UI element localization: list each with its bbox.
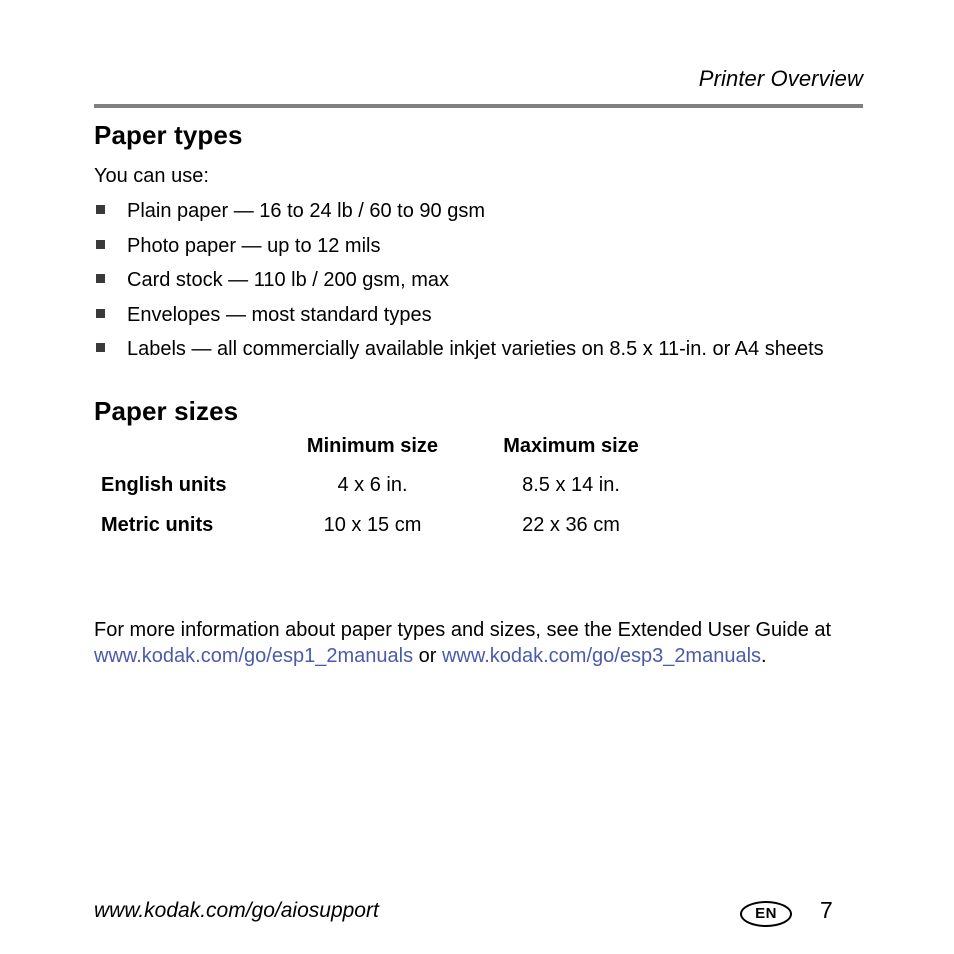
more-info-paragraph: For more information about paper types a… <box>94 617 884 669</box>
list-item: Plain paper — 16 to 24 lb / 60 to 90 gsm <box>94 199 874 234</box>
column-header-maximum-size: Maximum size <box>503 435 639 457</box>
row-label-english-units: English units <box>101 474 227 496</box>
document-page: Printer Overview Paper types You can use… <box>0 0 954 954</box>
cell-metric-minimum: 10 x 15 cm <box>323 514 422 536</box>
table-header-row: Minimum size Maximum size <box>94 435 671 474</box>
header-rule <box>94 104 863 108</box>
list-item: Card stock — 110 lb / 200 gsm, max <box>94 268 874 303</box>
list-item-label: Labels — all commercially available inkj… <box>127 338 824 360</box>
section-heading-paper-sizes: Paper sizes <box>94 396 239 426</box>
page-number: 7 <box>820 897 833 923</box>
list-item-label: Card stock — 110 lb / 200 gsm, max <box>127 269 449 291</box>
square-bullet-icon <box>96 343 105 352</box>
column-header-blank <box>94 435 274 474</box>
language-badge: EN <box>740 901 792 927</box>
list-item: Photo paper — up to 12 mils <box>94 234 874 269</box>
section-heading-paper-types: Paper types <box>94 120 243 150</box>
more-info-lead: For more information about paper types a… <box>94 619 832 641</box>
column-header-minimum-size: Minimum size <box>306 435 439 457</box>
row-label-metric-units: Metric units <box>101 514 214 536</box>
list-item: Envelopes — most standard types <box>94 303 874 338</box>
cell-metric-maximum: 22 x 36 cm <box>522 514 620 536</box>
paper-types-list: Plain paper — 16 to 24 lb / 60 to 90 gsm… <box>94 199 874 372</box>
square-bullet-icon <box>96 239 105 249</box>
square-bullet-icon <box>96 205 105 214</box>
list-item-label: Envelopes — most standard types <box>127 303 432 326</box>
cell-english-maximum: 8.5 x 14 in. <box>522 474 620 496</box>
cell-english-minimum: 4 x 6 in. <box>337 474 408 496</box>
paper-sizes-table: Minimum size Maximum size English units … <box>94 435 671 554</box>
list-item-label: Photo paper — up to 12 mils <box>127 234 381 257</box>
list-item: Labels — all commercially available inkj… <box>94 337 874 372</box>
more-info-trailing: . <box>761 645 767 667</box>
table-row: English units 4 x 6 in. 8.5 x 14 in. <box>94 474 671 514</box>
list-item-label: Plain paper — 16 to 24 lb / 60 to 90 gsm <box>127 200 485 222</box>
link-esp1-manuals[interactable]: www.kodak.com/go/esp1_2manuals <box>94 645 413 667</box>
running-head: Printer Overview <box>698 66 863 91</box>
link-esp3-manuals[interactable]: www.kodak.com/go/esp3_2manuals <box>442 645 761 667</box>
table-row: Metric units 10 x 15 cm 22 x 36 cm <box>94 514 671 554</box>
footer-support-url: www.kodak.com/go/aiosupport <box>94 899 379 922</box>
more-info-separator: or <box>413 645 442 667</box>
paper-types-intro: You can use: <box>94 165 209 187</box>
square-bullet-icon <box>96 274 105 283</box>
square-bullet-icon <box>96 308 105 318</box>
